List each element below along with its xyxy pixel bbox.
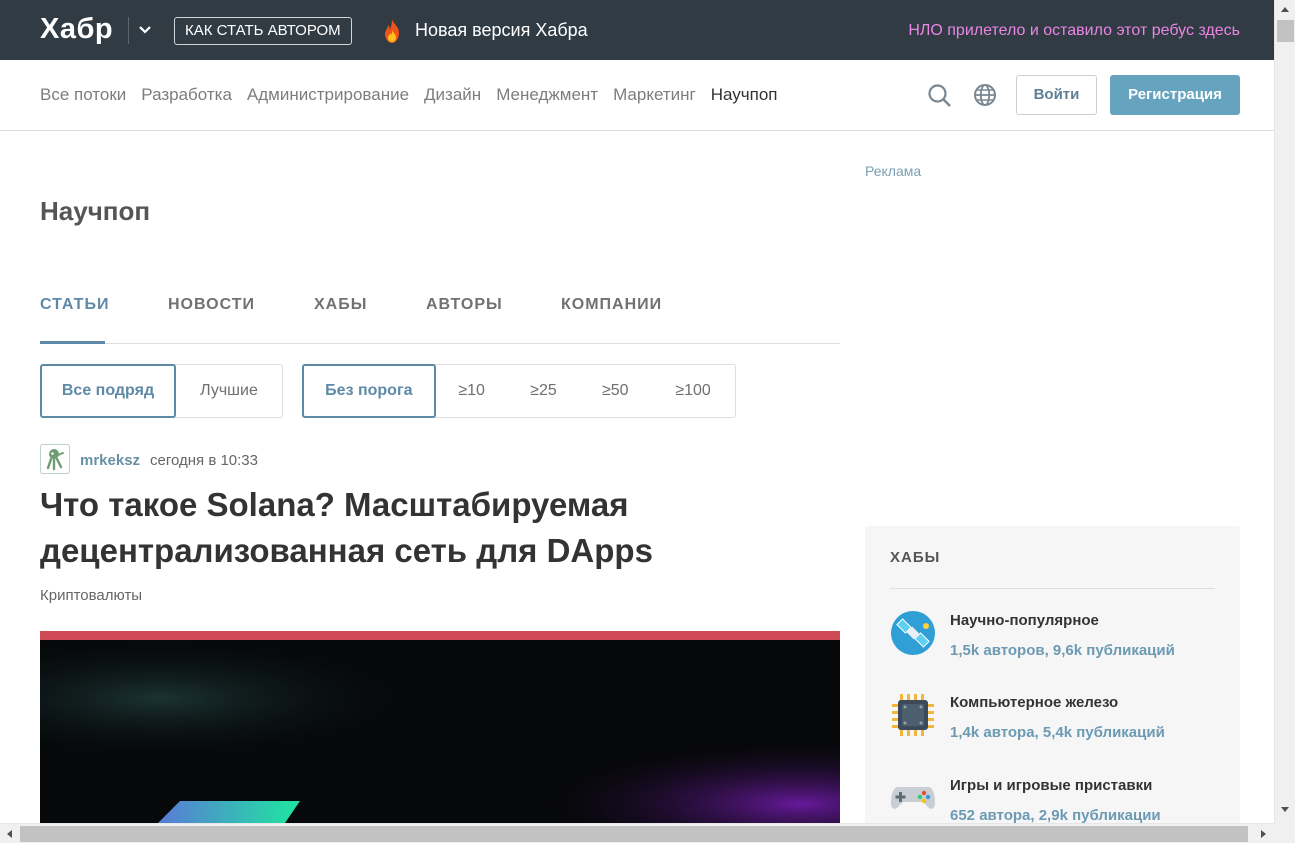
tab-hubs[interactable]: ХАБЫ [314,296,367,314]
post-author[interactable]: mrkeksz [80,452,140,469]
tab-authors[interactable]: АВТОРЫ [426,296,503,314]
chip-icon [892,694,934,736]
hub-stats: 1,5k авторов, 9,6k публикаций [950,642,1175,659]
gamepad-icon [891,787,935,809]
hubs-divider [890,588,1215,589]
filter-25[interactable]: ≥25 [508,365,580,417]
nav-item-management[interactable]: Менеджмент [496,85,598,105]
filter-50[interactable]: ≥50 [579,365,651,417]
post-cover-image[interactable] [40,631,840,823]
hub-name[interactable]: Научно-популярное [950,612,1099,629]
hub-item[interactable]: Компьютерное железо 1,4k автора, 5,4k пу… [890,692,1220,752]
scroll-up-icon[interactable] [1280,5,1290,13]
how-to-become-author-button[interactable]: КАК СТАТЬ АВТОРОМ [174,17,352,45]
vertical-scrollbar[interactable] [1274,0,1295,823]
filter-best[interactable]: Лучшие [176,365,282,417]
tab-news[interactable]: НОВОСТИ [168,296,255,314]
logo-divider [128,17,129,44]
ad-label: Реклама [865,163,922,179]
ufo-link[interactable]: НЛО прилетело и оставило этот ребус здес… [908,22,1240,40]
scroll-down-icon[interactable] [1280,806,1290,814]
nav-item-popsci[interactable]: Научпоп [711,85,778,105]
horizontal-scrollbar[interactable] [0,823,1274,843]
filter-all[interactable]: Все подряд [40,364,176,418]
globe-icon[interactable] [973,83,997,107]
nav-item-marketing[interactable]: Маркетинг [613,85,696,105]
nav-bar: Все потоки Разработка Администрирование … [0,60,1274,131]
hub-name[interactable]: Компьютерное железо [950,694,1118,711]
horizontal-scroll-thumb[interactable] [20,826,1248,842]
top-bar: Хабр КАК СТАТЬ АВТОРОМ Новая версия Хабр… [0,0,1274,60]
habr-logo[interactable]: Хабр [40,13,113,46]
nav-item-all[interactable]: Все потоки [40,85,126,105]
post-time: сегодня в 10:33 [150,452,258,469]
hub-stats: 1,4k автора, 5,4k публикаций [950,724,1165,741]
post-title[interactable]: Что такое Solana? Масштабируемая децентр… [40,482,840,574]
hub-name[interactable]: Игры и игровые приставки [950,777,1152,794]
tab-articles[interactable]: СТАТЬИ [40,296,109,314]
search-icon[interactable] [927,83,952,108]
avatar[interactable] [40,444,70,474]
new-version-link[interactable]: Новая версия Хабра [415,20,588,41]
nav-item-design[interactable]: Дизайн [424,85,481,105]
filter-10[interactable]: ≥10 [436,365,508,417]
flows-menu: Все потоки Разработка Администрирование … [40,85,793,105]
hub-stats: 652 автора, 2,9k публикации [950,807,1161,824]
filter-100[interactable]: ≥100 [651,365,735,417]
tab-companies[interactable]: КОМПАНИИ [561,296,662,314]
scroll-right-icon[interactable] [1260,829,1268,839]
robot-avatar-icon [46,449,64,471]
nav-item-develop[interactable]: Разработка [141,85,232,105]
login-button[interactable]: Войти [1016,75,1097,115]
hubs-title: ХАБЫ [890,549,941,566]
nav-item-admin[interactable]: Администрирование [247,85,409,105]
vertical-scroll-thumb[interactable] [1277,20,1294,42]
section-tabs: СТАТЬИ НОВОСТИ ХАБЫ АВТОРЫ КОМПАНИИ [40,296,840,344]
sort-filter: Все подряд Лучшие [40,364,283,418]
chevron-down-icon[interactable] [137,20,153,40]
active-tab-underline [40,341,105,344]
hub-item[interactable]: Научно-популярное 1,5k авторов, 9,6k пуб… [890,610,1220,670]
scroll-left-icon[interactable] [5,829,13,839]
post-hub[interactable]: Криптовалюты [40,587,142,604]
fire-icon [385,19,399,43]
rating-threshold-filter: Без порога ≥10 ≥25 ≥50 ≥100 [302,364,736,418]
scrollbar-corner [1274,823,1295,843]
hub-item[interactable]: Игры и игровые приставки 652 автора, 2,9… [890,775,1220,826]
filter-no-threshold[interactable]: Без порога [302,364,436,418]
hubs-widget: ХАБЫ Научно-популярное 1,5k авторов, 9,6… [865,526,1240,826]
satellite-icon [891,611,935,655]
cover-illustration [40,631,840,823]
page-title: Научпоп [40,196,151,226]
register-button[interactable]: Регистрация [1110,75,1240,115]
